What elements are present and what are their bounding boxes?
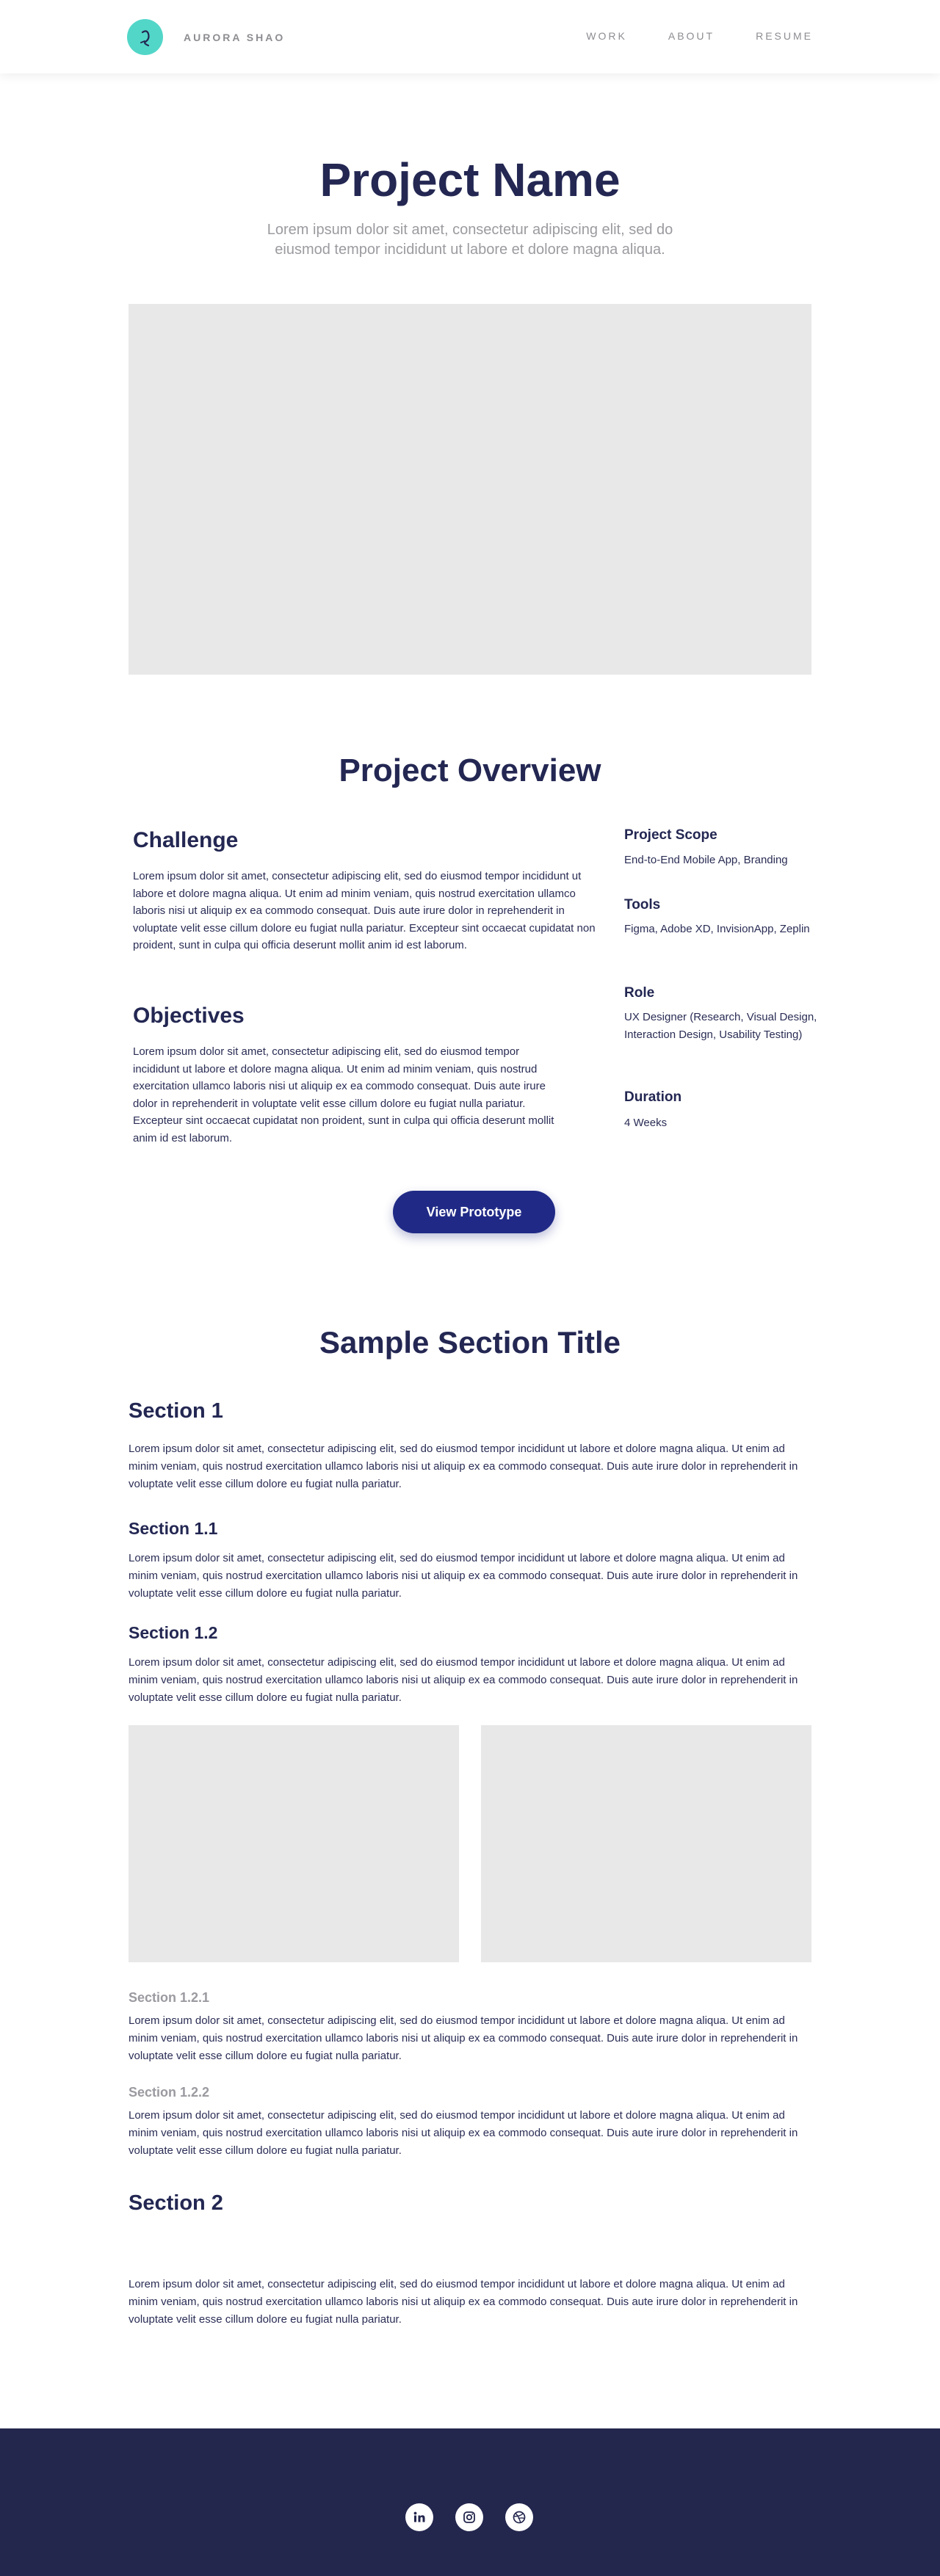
tools-value: Figma, Adobe XD, InvisionApp, Zeplin (624, 923, 810, 935)
section-1-heading: Section 1 (129, 1399, 223, 1423)
nav-work[interactable]: WORK (586, 30, 627, 42)
linkedin-link[interactable] (405, 2503, 433, 2531)
section-1-2-2-heading: Section 1.2.2 (129, 2085, 210, 2100)
dribbble-icon (512, 2510, 527, 2525)
image-placeholder-left (129, 1725, 459, 1962)
linkedin-icon (412, 2510, 427, 2525)
page: AURORA SHAO WORK ABOUT RESUME Project Na… (0, 0, 940, 2576)
tools-label: Tools (624, 897, 661, 913)
overview-title: Project Overview (339, 752, 601, 788)
instagram-link[interactable] (455, 2503, 483, 2531)
section-1-2-text: Lorem ipsum dolor sit amet, consectetur … (129, 1656, 798, 1704)
site-header: AURORA SHAO WORK ABOUT RESUME (0, 0, 940, 73)
section-2-heading: Section 2 (129, 2191, 223, 2215)
role-label: Role (624, 985, 655, 1001)
objectives-text: Lorem ipsum dolor sit amet, consectetur … (133, 1045, 554, 1144)
challenge-text: Lorem ipsum dolor sit amet, consectetur … (133, 870, 596, 952)
main-nav: WORK ABOUT RESUME (545, 30, 813, 42)
instagram-icon (462, 2510, 477, 2525)
section-1-2-heading: Section 1.2 (129, 1623, 218, 1642)
brand-logo-icon (127, 19, 163, 55)
duration-value: 4 Weeks (624, 1117, 668, 1129)
brand-logo-link[interactable]: AURORA SHAO (127, 19, 285, 55)
page-subtitle: Lorem ipsum dolor sit amet, consectetur … (267, 222, 673, 258)
page-title: Project Name (319, 153, 621, 206)
challenge-heading: Challenge (133, 828, 239, 852)
image-placeholder-right (481, 1725, 811, 1962)
nav-about[interactable]: ABOUT (668, 30, 715, 42)
scope-value: End-to-End Mobile App, Branding (624, 854, 788, 866)
section-2-text: Lorem ipsum dolor sit amet, consectetur … (129, 2278, 798, 2326)
brand-name: AURORA SHAO (184, 31, 286, 43)
dribbble-link[interactable] (505, 2503, 533, 2531)
section-1-2-1-text: Lorem ipsum dolor sit amet, consectetur … (129, 2014, 798, 2062)
section-1-2-2-text: Lorem ipsum dolor sit amet, consectetur … (129, 2109, 798, 2157)
view-prototype-button[interactable]: View Prototype (393, 1191, 555, 1233)
section-1-1-text: Lorem ipsum dolor sit amet, consectetur … (129, 1552, 798, 1600)
sample-section-title: Sample Section Title (319, 1325, 621, 1360)
objectives-heading: Objectives (133, 1004, 245, 1028)
duration-label: Duration (624, 1089, 682, 1105)
section-1-1-heading: Section 1.1 (129, 1519, 218, 1538)
section-1-2-1-heading: Section 1.2.1 (129, 1990, 210, 2005)
role-value: UX Designer (Research, Visual Design, In… (624, 1011, 817, 1041)
section-1-text: Lorem ipsum dolor sit amet, consectetur … (129, 1443, 798, 1490)
nav-resume[interactable]: RESUME (756, 30, 813, 42)
site-footer (0, 2428, 940, 2576)
scope-label: Project Scope (624, 827, 717, 843)
hero-image-placeholder (129, 304, 811, 675)
